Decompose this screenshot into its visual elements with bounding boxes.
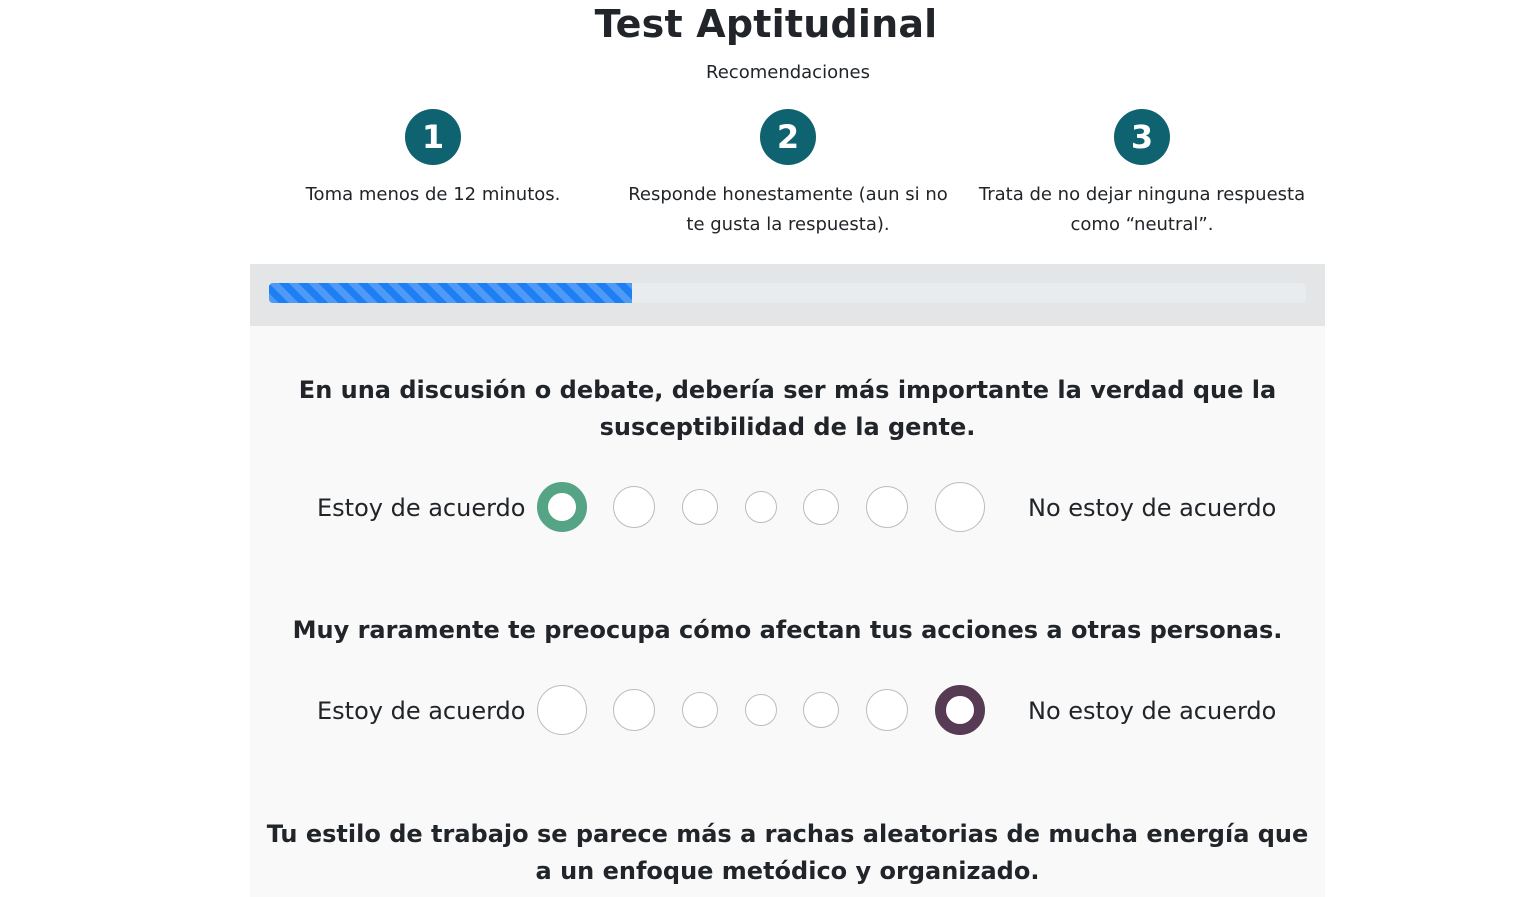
recommendation-3: 3 Trata de no dejar ninguna respuesta co…	[972, 109, 1312, 240]
progress-bar-fill	[269, 283, 632, 303]
answer-option-3[interactable]	[682, 692, 718, 728]
recommendation-1: 1 Toma menos de 12 minutos.	[263, 109, 603, 210]
progress-bar-track	[269, 283, 1306, 303]
questions-panel: En una discusión o debate, debería ser m…	[250, 326, 1325, 897]
answer-option-4[interactable]	[745, 491, 777, 523]
answer-option-6[interactable]	[866, 486, 908, 528]
answer-option-5[interactable]	[803, 489, 839, 525]
step-number-badge: 3	[1114, 109, 1170, 165]
answer-option-2[interactable]	[613, 486, 655, 528]
question-2-text: Muy raramente te preocupa cómo afectan t…	[292, 616, 1283, 644]
disagree-label: No estoy de acuerdo	[1028, 697, 1277, 725]
answer-option-7[interactable]	[935, 482, 985, 532]
disagree-label: No estoy de acuerdo	[1028, 494, 1277, 522]
answer-option-3[interactable]	[682, 489, 718, 525]
page-subtitle: Recomendaciones	[706, 62, 870, 83]
recommendation-text: Responde honestamente (aun si no te gust…	[628, 184, 948, 235]
answer-option-7[interactable]	[935, 685, 985, 735]
question-1-text: En una discusión o debate, debería ser m…	[298, 376, 1277, 441]
step-number-badge: 1	[405, 109, 461, 165]
answer-option-1[interactable]	[537, 482, 587, 532]
answer-option-1[interactable]	[537, 685, 587, 735]
question-3-text: Tu estilo de trabajo se parece más a rac…	[266, 820, 1309, 885]
answer-option-2[interactable]	[613, 689, 655, 731]
progress-section	[250, 264, 1325, 326]
step-number-badge: 2	[760, 109, 816, 165]
recommendation-text: Trata de no dejar ninguna respuesta como…	[978, 184, 1306, 235]
recommendation-2: 2 Responde honestamente (aun si no te gu…	[618, 109, 958, 240]
recommendation-text: Toma menos de 12 minutos.	[305, 184, 561, 205]
answer-option-6[interactable]	[866, 689, 908, 731]
answer-option-5[interactable]	[803, 692, 839, 728]
answer-option-4[interactable]	[745, 694, 777, 726]
agree-label: Estoy de acuerdo	[317, 494, 526, 522]
page-title: Test Aptitudinal	[594, 2, 938, 46]
agree-label: Estoy de acuerdo	[317, 697, 526, 725]
